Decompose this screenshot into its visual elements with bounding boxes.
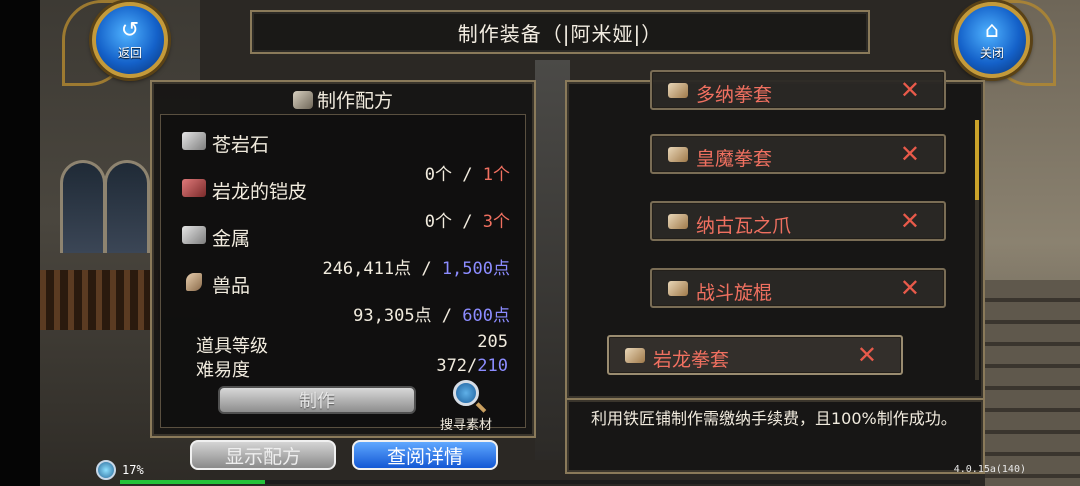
recipe-item-name: 纳古瓦之爪 xyxy=(696,215,792,237)
recipe-panel-title: 制作配方 xyxy=(316,90,393,112)
recipe-item-name: 战斗旋棍 xyxy=(696,282,773,304)
material-name: 金属 xyxy=(212,228,251,250)
recipe-list-item[interactable]: 战斗旋棍 ✕ xyxy=(650,268,946,308)
letterbox-left xyxy=(0,0,40,486)
home-icon: ⌂ xyxy=(985,17,999,43)
background-railing xyxy=(40,270,160,330)
recipe-scroll-icon xyxy=(292,91,313,109)
description-text: 利用铁匠铺制作需缴纳手续费，且100%制作成功。 xyxy=(591,409,957,428)
unavailable-x-icon: ✕ xyxy=(899,76,920,104)
recipe-panel-header: 制作配方 xyxy=(152,86,534,113)
unavailable-x-icon: ✕ xyxy=(899,207,920,235)
item-level-label: 道具等级 xyxy=(196,336,268,357)
difficulty-value: 372/210 xyxy=(436,356,508,376)
description-panel: 利用铁匠铺制作需缴纳手续费，且100%制作成功。 xyxy=(565,398,985,474)
material-row: 金属 246,411点 / 1,500点 xyxy=(180,224,510,279)
version-label: 4.0.15a(140) xyxy=(953,464,1026,475)
material-row: 岩龙的铠皮 0个 / 3个 xyxy=(180,177,510,232)
exp-bar-fill xyxy=(120,480,265,484)
item-level-value: 205 xyxy=(477,332,508,352)
unavailable-x-icon: ✕ xyxy=(856,341,877,369)
material-count: 93,305点 / 600点 xyxy=(353,306,510,326)
recipe-item-name: 多纳拳套 xyxy=(696,84,773,106)
material-row: 苍岩石 0个 / 1个 xyxy=(180,130,510,185)
recipe-list-item[interactable]: 皇魔拳套 ✕ xyxy=(650,134,946,174)
exp-percent: 17% xyxy=(122,463,144,477)
close-button[interactable]: ⌂ 关闭 xyxy=(954,2,1030,78)
exp-bar xyxy=(120,480,970,484)
difficulty-row: 难易度 372/210 xyxy=(196,356,508,381)
magnifier-icon xyxy=(453,380,479,406)
item-level-row: 道具等级 205 xyxy=(196,332,508,357)
unavailable-x-icon: ✕ xyxy=(899,274,920,302)
recipe-list-item-selected[interactable]: 岩龙拳套 ✕ xyxy=(607,335,903,375)
window-title: 制作装备（|阿米娅|） xyxy=(457,21,663,46)
metal-icon xyxy=(182,226,206,244)
material-name: 苍岩石 xyxy=(212,134,270,156)
recipe-scroll-icon xyxy=(668,214,688,229)
recipe-scroll-icon xyxy=(668,281,688,296)
scrollbar-thumb[interactable] xyxy=(975,120,979,200)
show-recipe-button[interactable]: 显示配方 xyxy=(190,440,336,470)
recipe-list-item[interactable]: 纳古瓦之爪 ✕ xyxy=(650,201,946,241)
search-materials-label: 搜寻素材 xyxy=(439,418,492,433)
craft-button[interactable]: 制作 xyxy=(218,386,416,414)
view-details-button[interactable]: 查阅详情 xyxy=(352,440,498,470)
back-button[interactable]: ↺ 返回 xyxy=(92,2,168,78)
status-indicator: 17% xyxy=(96,460,144,480)
material-name: 兽品 xyxy=(212,275,251,297)
back-button-label: 返回 xyxy=(117,45,142,60)
recipe-list-item[interactable]: 多纳拳套 ✕ xyxy=(650,70,946,110)
craft-button-label: 制作 xyxy=(299,391,335,412)
recipe-list-scrollbar[interactable] xyxy=(975,120,979,380)
recipe-scroll-icon xyxy=(625,348,645,363)
claw-icon xyxy=(186,273,202,291)
search-materials-button[interactable]: 搜寻素材 xyxy=(434,380,498,433)
material-row: 兽品 93,305点 / 600点 xyxy=(180,271,510,326)
material-name: 岩龙的铠皮 xyxy=(212,181,308,203)
difficulty-label: 难易度 xyxy=(196,360,250,381)
recipe-item-name: 岩龙拳套 xyxy=(653,349,730,371)
title-bar: 制作装备（|阿米娅|） xyxy=(250,10,870,54)
recipe-scroll-icon xyxy=(668,147,688,162)
background-window xyxy=(60,160,106,253)
recipe-item-name: 皇魔拳套 xyxy=(696,148,773,170)
hide-icon xyxy=(182,179,206,197)
background-window xyxy=(104,160,150,253)
unavailable-x-icon: ✕ xyxy=(899,140,920,168)
close-button-label: 关闭 xyxy=(979,45,1004,60)
energy-orb-icon xyxy=(96,460,116,480)
ore-icon xyxy=(182,132,206,150)
recipe-scroll-icon xyxy=(668,83,688,98)
back-arrow-icon: ↺ xyxy=(120,17,140,43)
background-stairs xyxy=(985,280,1080,486)
